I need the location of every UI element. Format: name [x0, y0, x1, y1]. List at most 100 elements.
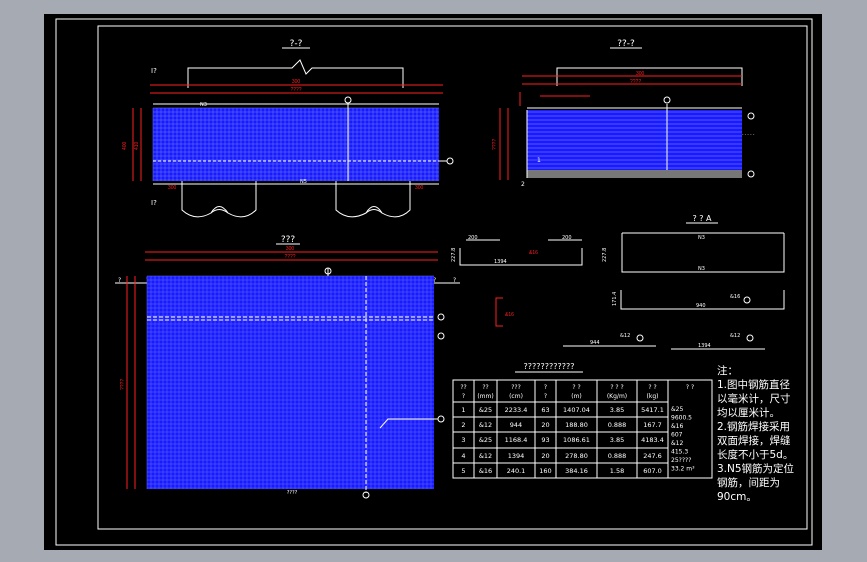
dim-bar3-w1: 200	[468, 235, 478, 241]
table-summary-cell: 33.2 m³	[671, 466, 695, 473]
dim-bar3-len: 1394	[494, 259, 507, 265]
rebar-mesh-left	[153, 108, 439, 181]
table-cell: 1168.4	[505, 436, 528, 444]
table-header-cell: ? ?	[648, 384, 656, 391]
table-cell: 1086.61	[563, 436, 590, 444]
table-cell: &25	[479, 406, 492, 414]
table-cell: &12	[479, 421, 492, 429]
dim-plan-total: ????	[284, 254, 295, 260]
dim-right-h: ????	[492, 139, 498, 150]
table-cell: 3.85	[610, 436, 624, 444]
table-cell: 247.6	[643, 452, 662, 460]
notes-block: 注： 1.图中钢筋直径以毫米计，尺寸均以厘米计。 2.钢筋焊接采用双面焊接，焊缝…	[717, 364, 797, 504]
table-header-cell: ?	[544, 393, 547, 400]
bar3-tag: &16	[529, 250, 538, 256]
bar-details: 200 200 1394 227.8 &16 &16 ? ? A N3 N3 2…	[451, 214, 785, 350]
table-header-cell: ? ?	[686, 384, 694, 391]
label-n3-left: N3	[200, 102, 207, 108]
section-mark-top: I?	[151, 67, 157, 75]
table-header-cell: ?	[462, 393, 465, 400]
table-cell: 63	[541, 406, 549, 414]
table-summary-cell: 415.3	[671, 449, 688, 456]
notes-title: 注：	[717, 365, 738, 377]
plan-bottom-note: ????	[287, 490, 298, 496]
dim-left-h1: 400	[122, 141, 128, 150]
bar-5-shape	[495, 297, 503, 327]
section-view-right: ??-? 300 ???? 1 2 ???? - - - - -	[492, 39, 755, 188]
table-cell: 160	[539, 467, 551, 475]
table-cell: 1	[461, 406, 465, 414]
table-cell: &12	[479, 452, 492, 460]
table-header-cell: ???	[511, 384, 521, 391]
table-cell: 0.888	[608, 452, 627, 460]
table-cell: 384.16	[565, 467, 588, 475]
table-cell: 93	[541, 436, 549, 444]
table-summary-cell: &25	[671, 406, 683, 413]
table-cell: 4183.4	[641, 436, 664, 444]
label-1: 1	[537, 157, 541, 164]
dim-bara-len: 940	[696, 303, 706, 309]
detail-a-n3-top: N3	[698, 235, 705, 241]
dim-bar3-w2: 200	[562, 235, 572, 241]
table-header-cell: (kg)	[647, 393, 659, 400]
table-header-cell: ? ? ?	[610, 384, 623, 391]
table-summary-cell: 607	[671, 432, 683, 439]
bar1-tag: &16	[730, 294, 740, 300]
table-cell: 240.1	[507, 467, 526, 475]
table-summary-cell: 9600.5	[671, 415, 692, 422]
table-cell: 1.58	[610, 467, 624, 475]
section-view-left: ?-? 300 ???? I? I? N3 400 410 N5 300 300	[122, 39, 454, 218]
dim-plan-sub: 300	[286, 246, 295, 252]
table-cell: 3	[461, 436, 465, 444]
table-cell: 3.85	[610, 406, 624, 414]
table-cell: 2233.4	[505, 406, 528, 414]
table-cell: &25	[479, 436, 492, 444]
dim-left-b2: 300	[415, 185, 424, 191]
table-header-cell: ? ?	[572, 384, 580, 391]
table-summary-cell: 25????	[671, 457, 691, 464]
label-n5-left: N5	[300, 179, 307, 185]
dim-left-h2: 410	[134, 141, 140, 150]
dim-bar3-h: 227.8	[451, 248, 457, 262]
table-header-cell: (mm)	[477, 393, 493, 400]
detail-a-title: ? ? A	[692, 214, 712, 223]
dim-bara-h2: 171.4	[612, 292, 618, 306]
table-cell: 167.7	[643, 421, 662, 429]
table-header-cell: (Kg/m)	[607, 393, 627, 400]
note-3: 3.N5钢筋为定位钢筋，间距为90cm。	[717, 463, 795, 503]
table-cell: 20	[541, 421, 549, 429]
table-summary-cell: &16	[671, 423, 683, 430]
table-header-cell: ?	[544, 384, 547, 391]
table-cell: 20	[541, 452, 549, 460]
section-mark-bottom: I?	[151, 199, 157, 207]
dim-right-sub: 300	[636, 71, 645, 77]
plan-view: ??? 300 ???? ? ? ? ? ???? ????	[115, 235, 460, 499]
table-cell: 944	[510, 421, 522, 429]
dim-bar4-len: 1394	[698, 343, 711, 349]
table-header-cell: (cm)	[509, 393, 523, 400]
table-summary-cell: &12	[671, 440, 683, 447]
table-cell: 1407.04	[563, 406, 590, 414]
base-layer-right	[527, 170, 742, 178]
table-cell: 4	[461, 452, 465, 460]
dim-right-total: ????	[630, 79, 641, 85]
detail-a-n3-bottom: N3	[698, 266, 705, 272]
table-cell: 5	[461, 467, 465, 475]
dim-left-total: ????	[290, 87, 301, 93]
table-cell: 0.888	[608, 421, 627, 429]
table-header-cell: ??	[460, 384, 466, 391]
bar4-tag: &12	[730, 333, 740, 339]
label-2: 2	[521, 181, 525, 188]
dim-bar2-len: 944	[590, 340, 600, 346]
table-cell: 2	[461, 421, 465, 429]
note-2: 2.钢筋焊接采用双面焊接，焊缝长度不小于5d。	[717, 421, 794, 461]
table-cell: 607.0	[643, 467, 662, 475]
table-cell: 278.80	[565, 452, 588, 460]
side-ticks-right: - - - - -	[742, 132, 755, 137]
note-1: 1.图中钢筋直径以毫米计，尺寸均以厘米计。	[717, 379, 791, 419]
bar5-tag: &16	[505, 312, 514, 318]
bar-3-shape	[459, 248, 583, 266]
dim-left-sub: 300	[292, 79, 301, 85]
bar2-tag: &12	[620, 333, 630, 339]
table-title: ????????????	[524, 362, 575, 371]
